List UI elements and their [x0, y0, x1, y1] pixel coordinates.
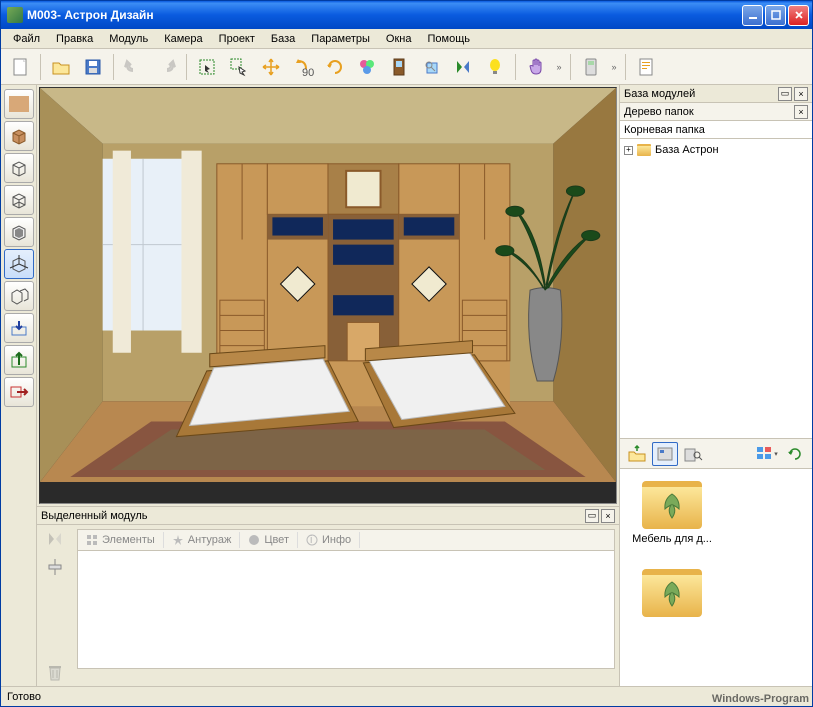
pan-button[interactable] [521, 52, 551, 82]
phone-button[interactable] [576, 52, 606, 82]
expand-icon[interactable]: + [624, 146, 633, 155]
tree-item[interactable]: + База Астрон [624, 143, 808, 157]
search-button[interactable] [680, 442, 706, 466]
menu-edit[interactable]: Правка [48, 31, 101, 47]
browser-folder[interactable] [632, 569, 712, 621]
tool-import[interactable] [4, 313, 34, 343]
menu-module[interactable]: Модуль [101, 31, 156, 47]
open-button[interactable] [46, 52, 76, 82]
browser-toolbar: ▾ [620, 439, 812, 469]
select-cursor-button[interactable] [224, 52, 254, 82]
mirror-button[interactable] [448, 52, 478, 82]
light-button[interactable] [480, 52, 510, 82]
right-dock-icon[interactable]: ▭ [778, 87, 792, 101]
tab-info[interactable]: iИнфо [298, 532, 360, 548]
mirror-icon[interactable] [45, 529, 65, 549]
view3d-button[interactable] [416, 52, 446, 82]
tab-color[interactable]: Цвет [240, 532, 298, 548]
redo-button[interactable] [151, 52, 181, 82]
toolbar-overflow-2[interactable]: » [608, 52, 620, 82]
close-button[interactable] [788, 5, 809, 26]
left-toolbar [1, 85, 37, 686]
tool-box-open[interactable] [4, 217, 34, 247]
rotate90-button[interactable]: 90 [288, 52, 318, 82]
tab-elements[interactable]: Элементы [78, 532, 164, 548]
menu-file[interactable]: Файл [5, 31, 48, 47]
right-close-icon[interactable]: × [794, 87, 808, 101]
menu-project[interactable]: Проект [211, 31, 263, 47]
module-browser[interactable]: Мебель для д... [620, 469, 812, 686]
tool-export-up[interactable] [4, 345, 34, 375]
panel-dock-icon[interactable]: ▭ [585, 509, 599, 523]
menu-help[interactable]: Помощь [419, 31, 478, 47]
menu-windows[interactable]: Окна [378, 31, 420, 47]
selected-module-title: Выделенный модуль [41, 510, 583, 522]
panel-close-icon[interactable]: × [601, 509, 615, 523]
tool-box-solid[interactable] [4, 121, 34, 151]
tool-export-right[interactable] [4, 377, 34, 407]
report-button[interactable] [631, 52, 661, 82]
tabs: Элементы Антураж Цвет iИнфо [77, 529, 615, 551]
undo-button[interactable] [119, 52, 149, 82]
view-large-button[interactable] [652, 442, 678, 466]
up-folder-button[interactable] [624, 442, 650, 466]
folder-tree[interactable]: + База Астрон [620, 139, 812, 439]
titlebar: М003- Астрон Дизайн [1, 1, 812, 29]
menubar: Файл Правка Модуль Камера Проект База Па… [1, 29, 812, 49]
tool-box-wire2[interactable] [4, 185, 34, 215]
main-toolbar: 90 » » [1, 49, 812, 85]
svg-text:i: i [310, 534, 312, 546]
root-folder-row[interactable]: Корневая папка [620, 121, 812, 139]
statusbar: Готово [1, 686, 812, 706]
3d-viewport[interactable] [39, 87, 617, 504]
app-icon [7, 7, 23, 23]
materials-button[interactable] [352, 52, 382, 82]
folder-label: Мебель для д... [632, 533, 712, 545]
window-title: М003- Астрон Дизайн [27, 8, 740, 22]
tool-texture[interactable] [4, 89, 34, 119]
folder-tree-title: Дерево папок [624, 106, 792, 118]
modules-db-title: База модулей [624, 88, 776, 100]
minimize-button[interactable] [742, 5, 763, 26]
right-panel: База модулей ▭ × Дерево папок × Корневая… [620, 85, 812, 686]
move-button[interactable] [256, 52, 286, 82]
maximize-button[interactable] [765, 5, 786, 26]
browser-folder[interactable]: Мебель для д... [632, 481, 712, 545]
menu-camera[interactable]: Камера [156, 31, 210, 47]
tree-item-label: База Астрон [655, 144, 719, 156]
tool-box-wire[interactable] [4, 153, 34, 183]
save-button[interactable] [78, 52, 108, 82]
new-button[interactable] [5, 52, 35, 82]
tree-close-icon[interactable]: × [794, 105, 808, 119]
tool-box-split[interactable] [4, 281, 34, 311]
status-text: Готово [7, 691, 41, 703]
tab-entourage[interactable]: Антураж [164, 532, 241, 548]
toolbar-overflow-1[interactable]: » [553, 52, 565, 82]
svg-text:90: 90 [302, 67, 314, 77]
menu-base[interactable]: База [263, 31, 303, 47]
watermark: Windows-Program [712, 693, 809, 705]
trash-icon[interactable] [46, 662, 64, 682]
refresh-button[interactable] [782, 442, 808, 466]
slider-handle[interactable] [46, 557, 64, 577]
folder-icon [637, 144, 651, 156]
select-rect-button[interactable] [192, 52, 222, 82]
menu-params[interactable]: Параметры [303, 31, 378, 47]
tab-content [77, 551, 615, 669]
door-button[interactable] [384, 52, 414, 82]
rotate-button[interactable] [320, 52, 350, 82]
selected-module-panel: Выделенный модуль ▭ × Элементы Антур [37, 506, 619, 686]
grid-view-button[interactable]: ▾ [754, 442, 780, 466]
app-window: М003- Астрон Дизайн Файл Правка Модуль К… [0, 0, 813, 707]
tool-box-axis[interactable] [4, 249, 34, 279]
